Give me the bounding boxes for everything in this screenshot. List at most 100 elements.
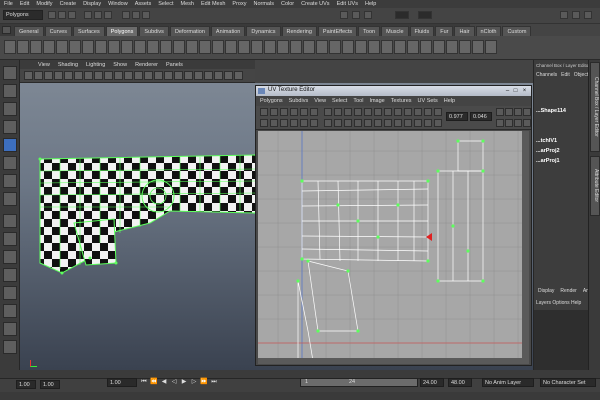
panel-menu-view[interactable]: View xyxy=(38,62,50,68)
shelf-tab-polygons[interactable]: Polygons xyxy=(105,26,139,36)
panel-tool-icon[interactable] xyxy=(194,71,203,80)
uv-tool-icon[interactable] xyxy=(344,108,352,116)
bridge-icon[interactable] xyxy=(355,40,367,54)
fill-hole-icon[interactable] xyxy=(264,40,276,54)
play-backwards-icon[interactable]: ◁ xyxy=(170,378,178,386)
shelf-tab-custom[interactable]: Custom xyxy=(502,26,532,36)
panel-tool-icon[interactable] xyxy=(24,71,33,80)
outliner-layout-icon[interactable] xyxy=(3,304,17,318)
play-forwards-icon[interactable]: ▶ xyxy=(180,378,188,386)
panel-tool-icon[interactable] xyxy=(114,71,123,80)
uv-tool-icon[interactable] xyxy=(434,119,442,127)
uv-tool-icon[interactable] xyxy=(374,119,382,127)
uv-u-value-field[interactable]: 0.977 xyxy=(446,112,468,121)
uv-tool-icon[interactable] xyxy=(324,119,332,127)
poly-pipe-icon[interactable] xyxy=(108,40,120,54)
shelf-tab-hair[interactable]: Hair xyxy=(454,26,475,36)
uv-tool-icon[interactable] xyxy=(404,119,412,127)
persp-graph-layout-icon[interactable] xyxy=(3,268,17,282)
split-icon[interactable] xyxy=(290,40,302,54)
uv-menu-select[interactable]: Select xyxy=(332,98,347,104)
poly-torus-icon[interactable] xyxy=(69,40,81,54)
panel-tool-icon[interactable] xyxy=(34,71,43,80)
script-editor-layout-icon[interactable] xyxy=(3,340,17,354)
uv-tool-icon[interactable] xyxy=(260,119,268,127)
uv-tool-icon[interactable] xyxy=(505,119,513,127)
uv-tool-icon[interactable] xyxy=(496,119,504,127)
uv-tool-icon[interactable] xyxy=(496,108,504,116)
time-slider[interactable] xyxy=(0,370,600,378)
shelf-tab-ncloth[interactable]: nCloth xyxy=(475,26,502,36)
anim-layer-select[interactable]: No Anim Layer xyxy=(482,378,534,387)
menu-create[interactable]: Create xyxy=(60,1,77,7)
menu-proxy[interactable]: Proxy xyxy=(232,1,246,7)
poly-platonic-icon[interactable] xyxy=(147,40,159,54)
panel-tool-icon[interactable] xyxy=(224,71,233,80)
panel-tool-icon[interactable] xyxy=(214,71,223,80)
uv-tool-icon[interactable] xyxy=(364,108,372,116)
panel-tool-icon[interactable] xyxy=(174,71,183,80)
menu-edit-uvs[interactable]: Edit UVs xyxy=(337,1,358,7)
four-view-layout-icon[interactable] xyxy=(3,232,17,246)
panel-tool-icon[interactable] xyxy=(164,71,173,80)
uv-tool-icon[interactable] xyxy=(364,119,372,127)
scale-tool-icon[interactable] xyxy=(3,156,17,170)
uv-tool-icon[interactable] xyxy=(290,108,298,116)
panel-tool-icon[interactable] xyxy=(134,71,143,80)
shelf-tab-subdivs[interactable]: Subdivs xyxy=(139,26,169,36)
uv-menu-image[interactable]: Image xyxy=(369,98,384,104)
uv-menu-view[interactable]: View xyxy=(314,98,326,104)
channel-box-item[interactable]: ...arProj2 xyxy=(536,148,560,154)
merge-icon[interactable] xyxy=(381,40,393,54)
uv-editor-icon[interactable] xyxy=(446,40,458,54)
poly-sphere-icon[interactable] xyxy=(4,40,16,54)
channel-menu-object[interactable]: Object xyxy=(574,72,588,78)
uv-tool-icon[interactable] xyxy=(404,108,412,116)
shelf-tab-fluids[interactable]: Fluids xyxy=(409,26,435,36)
uv-tool-icon[interactable] xyxy=(523,108,531,116)
panel-tool-icon[interactable] xyxy=(44,71,53,80)
uv-v-value-field[interactable]: 0.046 xyxy=(470,112,492,121)
move-tool-icon[interactable] xyxy=(3,120,17,134)
panel-tool-icon[interactable] xyxy=(74,71,83,80)
playback-start-field[interactable]: 1.00 xyxy=(40,380,60,389)
panel-tool-icon[interactable] xyxy=(64,71,73,80)
unfold-icon[interactable] xyxy=(459,40,471,54)
render-settings-icon[interactable] xyxy=(364,11,372,19)
uv-tool-icon[interactable] xyxy=(434,108,442,116)
menu-window[interactable]: Window xyxy=(108,1,128,7)
panel-tool-icon[interactable] xyxy=(54,71,63,80)
end-time-field[interactable]: 48.00 xyxy=(448,378,472,387)
shelf-tab-general[interactable]: General xyxy=(14,26,44,36)
mode-select[interactable]: Polygons xyxy=(3,10,43,20)
menu-modify[interactable]: Modify xyxy=(36,1,52,7)
lasso-tool-icon[interactable] xyxy=(3,84,17,98)
shelf-tab-fur[interactable]: Fur xyxy=(435,26,454,36)
poly-prism-icon[interactable] xyxy=(82,40,94,54)
uv-tool-icon[interactable] xyxy=(270,108,278,116)
menu-create-uvs[interactable]: Create UVs xyxy=(301,1,329,7)
input-line-field-2[interactable] xyxy=(418,11,432,19)
persp-outliner-layout-icon[interactable] xyxy=(3,250,17,264)
show-attribute-editor-icon[interactable] xyxy=(572,11,580,19)
extract-icon[interactable] xyxy=(186,40,198,54)
render-icon[interactable] xyxy=(340,11,348,19)
smooth-icon[interactable] xyxy=(199,40,211,54)
uv-tool-icon[interactable] xyxy=(523,119,531,127)
current-time-field[interactable]: 1.00 xyxy=(107,378,137,387)
uv-tool-icon[interactable] xyxy=(384,108,392,116)
minimize-icon[interactable]: – xyxy=(504,88,511,94)
uv-tool-icon[interactable] xyxy=(414,108,422,116)
uv-tool-icon[interactable] xyxy=(280,119,288,127)
show-channel-box-icon[interactable] xyxy=(560,11,568,19)
uv-tool-icon[interactable] xyxy=(394,119,402,127)
uv-tool-icon[interactable] xyxy=(414,119,422,127)
sew-icon[interactable] xyxy=(485,40,497,54)
uv-tool-icon[interactable] xyxy=(374,108,382,116)
menu-mesh[interactable]: Mesh xyxy=(181,1,194,7)
offset-loop-icon[interactable] xyxy=(316,40,328,54)
menu-normals[interactable]: Normals xyxy=(253,1,273,7)
boolean-intersect-icon[interactable] xyxy=(238,40,250,54)
manipulator-tool-icon[interactable] xyxy=(3,174,17,188)
shelf-tab-rendering[interactable]: Rendering xyxy=(281,26,317,36)
